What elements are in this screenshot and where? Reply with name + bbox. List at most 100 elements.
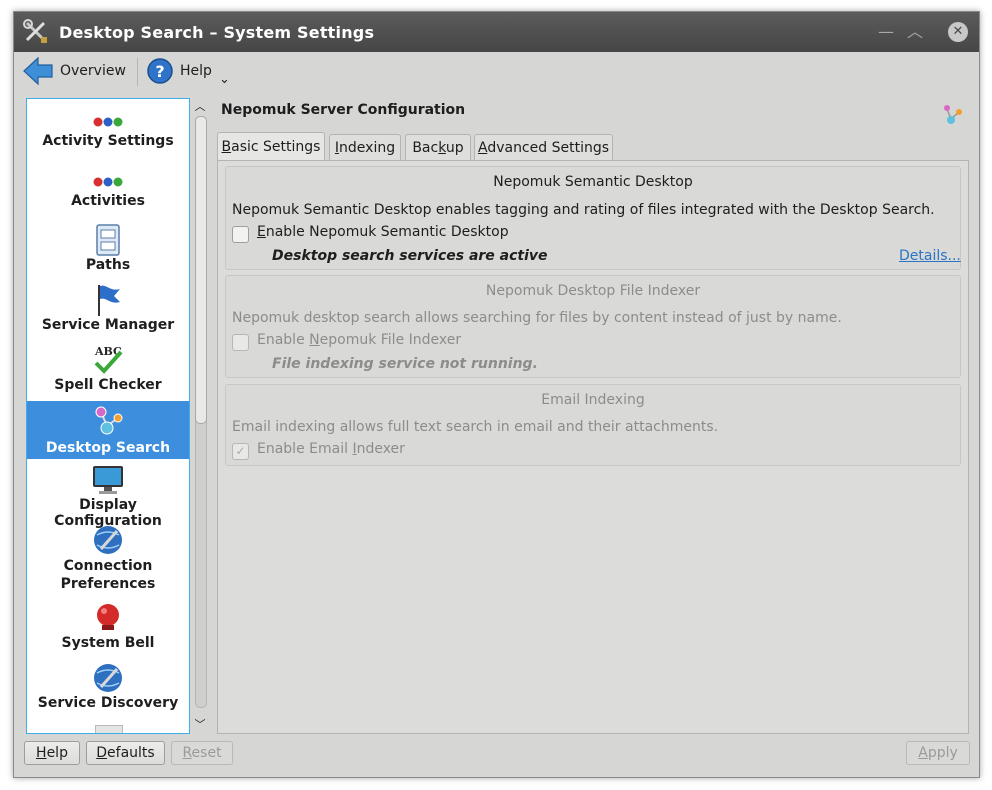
email-indexing-group: Email Indexing Email indexing allows ful… <box>225 384 961 466</box>
tab-label: Bac <box>412 140 439 156</box>
help-menu-label: Help <box>180 63 212 79</box>
bell-icon <box>97 604 119 630</box>
sidebar-item-system-bell[interactable]: System Bell <box>27 601 189 655</box>
sidebar-item-activity-settings[interactable]: Activity Settings <box>27 111 189 161</box>
label-mnemonic: D <box>96 745 108 761</box>
enable-file-indexer-checkbox[interactable] <box>232 334 249 351</box>
sidebar-item-spell-checker[interactable]: ABC Spell Checker <box>27 343 189 397</box>
window-title: Desktop Search – System Settings <box>59 23 375 42</box>
sidebar-item-label: Activities <box>71 193 145 209</box>
checkbox-label[interactable]: Enable Nepomuk File Indexer <box>257 332 461 348</box>
sidebar-item-connection-preferences[interactable]: Connection Preferences <box>27 523 189 595</box>
globe-wrench-icon <box>94 664 122 692</box>
sidebar-item-label: Desktop Search <box>45 440 171 456</box>
abc-check-icon: ABC <box>94 345 123 374</box>
sidebar-item-display-configuration[interactable]: Display Configuration <box>27 463 189 529</box>
title-bar[interactable]: Desktop Search – System Settings — ︿ ✕ <box>14 12 979 52</box>
system-settings-window: Desktop Search – System Settings — ︿ ✕ O… <box>13 11 980 778</box>
status-text: Desktop search services are active <box>272 248 548 264</box>
flag-icon <box>98 285 120 316</box>
sidebar-item-service-manager[interactable]: Service Manager <box>27 283 189 337</box>
group-description: Email indexing allows full text search i… <box>232 419 719 435</box>
enable-semantic-desktop-checkbox[interactable] <box>232 226 249 243</box>
sidebar-item-label: Service Manager <box>41 317 175 333</box>
sidebar-item-label: Connection <box>63 558 153 574</box>
sidebar-item-label: Preferences <box>60 576 156 592</box>
sidebar-item-desktop-search[interactable]: Desktop Search <box>27 401 189 459</box>
monitor-icon <box>93 466 123 494</box>
label-text: pply <box>927 745 958 761</box>
page-title: Nepomuk Server Configuration <box>221 102 466 118</box>
status-text: File indexing service not running. <box>272 356 538 372</box>
help-button[interactable]: Help <box>24 741 80 765</box>
globe-wrench-icon <box>94 526 122 554</box>
help-menu-button[interactable]: ? Help <box>146 54 226 88</box>
label-mnemonic: R <box>182 745 192 761</box>
group-title: Nepomuk Semantic Desktop <box>493 174 693 190</box>
sidebar-item-label: Activity Settings <box>42 133 174 149</box>
scroll-up-icon[interactable]: ︿ <box>193 98 207 113</box>
tab-label: ndexing <box>339 140 396 156</box>
sidebar-item-paths[interactable]: Paths <box>27 223 189 277</box>
label-text: epomuk File Indexer <box>319 332 462 348</box>
sidebar-item-label: Spell Checker <box>54 377 162 393</box>
sidebar-item-label: Paths <box>85 257 131 273</box>
overview-button[interactable]: Overview <box>22 54 126 88</box>
checkbox-label[interactable]: Enable Email Indexer <box>257 441 405 457</box>
file-indexer-group: Nepomuk Desktop File Indexer Nepomuk des… <box>225 275 961 378</box>
three-dots-icon <box>93 117 123 127</box>
tab-label-mnemonic: A <box>477 140 488 156</box>
tab-advanced-settings[interactable]: Advanced Settings <box>474 134 613 161</box>
toolbar-separator <box>137 58 138 86</box>
label-mnemonic: H <box>36 745 47 761</box>
group-description: Nepomuk desktop search allows searching … <box>232 310 842 326</box>
sidebar-item-label: System Bell <box>61 635 155 651</box>
scroll-thumb[interactable] <box>195 116 207 424</box>
group-description: Nepomuk Semantic Desktop enables tagging… <box>232 202 935 218</box>
defaults-button[interactable]: Defaults <box>86 741 165 765</box>
reset-button[interactable]: Reset <box>171 741 233 765</box>
tab-label: asic Settings <box>231 139 321 155</box>
tab-label: dvanced Settings <box>487 140 610 156</box>
tab-label-mnemonic: k <box>438 140 446 156</box>
label-text: Enable <box>257 332 310 348</box>
label-text: ndexer <box>356 441 405 457</box>
label-text: efaults <box>107 745 155 761</box>
sidebar-item-service-discovery[interactable]: Service Discovery <box>27 661 189 715</box>
label-text: eset <box>191 745 222 761</box>
label-mnemonic: N <box>309 332 320 348</box>
sidebar-item-label: Service Discovery <box>37 695 179 711</box>
three-dots-icon <box>93 177 123 187</box>
label-mnemonic: E <box>257 224 266 240</box>
scroll-down-icon[interactable]: ﹀ <box>193 716 207 731</box>
details-link[interactable]: Details... <box>899 248 961 264</box>
maximize-button[interactable]: ︿ <box>905 22 925 42</box>
label-text: nable Nepomuk Semantic Desktop <box>265 224 509 240</box>
basic-settings-panel: Nepomuk Semantic Desktop Nepomuk Semanti… <box>217 160 969 734</box>
category-sidebar: Activity Settings Activities Paths Servi… <box>26 98 190 734</box>
tab-indexing[interactable]: Indexing <box>329 134 401 161</box>
sidebar-item-activities[interactable]: Activities <box>27 171 189 221</box>
enable-email-indexer-checkbox[interactable]: ✓ <box>232 443 249 460</box>
tab-label-mnemonic: B <box>221 139 232 155</box>
molecule-icon <box>944 105 962 124</box>
group-title: Email Indexing <box>541 392 645 408</box>
sidebar-scrollbar[interactable]: ︿ ﹀ <box>193 98 207 732</box>
group-title: Nepomuk Desktop File Indexer <box>485 283 701 299</box>
partial-item-icon <box>95 725 123 733</box>
tab-basic-settings[interactable]: Basic Settings <box>217 132 325 162</box>
apply-button[interactable]: Apply <box>906 741 970 765</box>
back-arrow-icon <box>23 56 53 86</box>
tab-label: up <box>445 140 464 156</box>
help-icon: ? <box>147 58 173 84</box>
tab-backup[interactable]: Backup <box>405 134 471 161</box>
svg-text:?: ? <box>155 62 164 81</box>
close-button[interactable]: ✕ <box>948 22 968 42</box>
molecule-icon <box>95 406 123 435</box>
label-text: elp <box>46 745 68 761</box>
checkbox-label[interactable]: Enable Nepomuk Semantic Desktop <box>257 224 509 240</box>
label-text: Enable Email <box>257 441 353 457</box>
minimize-button[interactable]: — <box>876 22 896 42</box>
semantic-desktop-group: Nepomuk Semantic Desktop Nepomuk Semanti… <box>225 166 961 270</box>
label-mnemonic: A <box>918 745 928 761</box>
